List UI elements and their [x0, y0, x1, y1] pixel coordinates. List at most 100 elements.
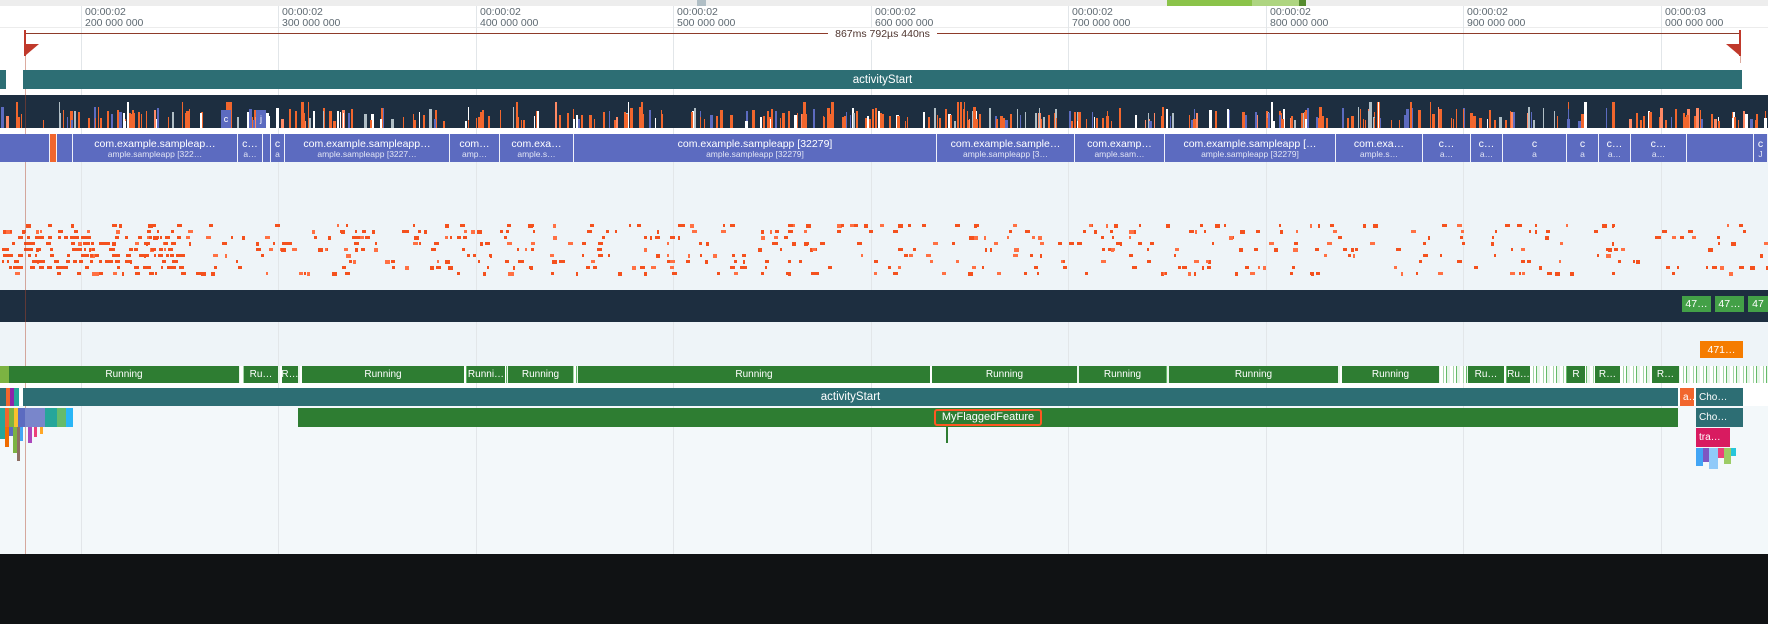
alloc-dash: [705, 260, 708, 264]
running-slice[interactable]: Running: [1079, 366, 1166, 383]
kernel-events-track-2[interactable]: [0, 290, 1768, 322]
event-tick: [1307, 108, 1309, 128]
counter-badge[interactable]: 47: [1748, 296, 1768, 312]
event-tick: [534, 116, 535, 128]
running-slice[interactable]: Running: [9, 366, 239, 383]
event-tick: [716, 116, 718, 128]
alloc-dash: [98, 272, 103, 275]
running-slice[interactable]: R…: [1595, 366, 1620, 383]
alloc-dash: [657, 230, 659, 234]
running-slice[interactable]: Running: [508, 366, 573, 383]
running-slice[interactable]: R…: [282, 366, 298, 383]
counter-badge-orange[interactable]: 471…: [1700, 341, 1743, 358]
event-tick: [1511, 112, 1513, 128]
event-tick: [625, 114, 628, 128]
process-slice[interactable]: ca: [271, 134, 285, 162]
alloc-dash: [362, 230, 366, 233]
running-slice[interactable]: Runni…: [467, 366, 505, 383]
process-slice[interactable]: ca: [1567, 134, 1599, 162]
event-tick: [289, 109, 291, 128]
alloc-dash: [355, 248, 358, 252]
running-slice[interactable]: R: [1567, 366, 1585, 383]
running-slice[interactable]: Ru…: [244, 366, 278, 383]
process-slice[interactable]: com.example.sampleap…ample.sampleapp [32…: [73, 134, 238, 162]
running-slice[interactable]: Running: [578, 366, 930, 383]
slice-activitystart-top[interactable]: activityStart: [23, 70, 1742, 89]
alloc-dash: [553, 224, 556, 228]
slice-chip[interactable]: Cho…: [1696, 408, 1743, 427]
process-slice[interactable]: com.example.sampleapp…ample.sampleapp [3…: [285, 134, 450, 162]
selection-flag-left-icon[interactable]: [26, 44, 39, 55]
process-slice[interactable]: com.example.sample…ample.sampleapp [3…: [937, 134, 1075, 162]
alloc-dash: [1040, 242, 1044, 245]
running-slice[interactable]: Running: [1342, 366, 1439, 383]
counter-badge[interactable]: 47…: [1682, 296, 1711, 312]
process-slice[interactable]: [0, 134, 50, 162]
slice-myflaggedfeature[interactable]: MyFlaggedFeature: [298, 408, 1678, 427]
running-slice[interactable]: R…: [1652, 366, 1679, 383]
event-tick: [581, 115, 583, 128]
selection-flag-right-icon[interactable]: [1726, 44, 1739, 55]
alloc-dash: [1712, 266, 1717, 269]
alloc-dash: [1116, 242, 1121, 245]
event-tick: [641, 102, 643, 128]
process-slice[interactable]: com.example.sampleapp [32279]ample.sampl…: [574, 134, 937, 162]
mini-slice: [14, 388, 19, 406]
selection-left-line: [25, 33, 26, 554]
event-tick: [78, 112, 80, 128]
alloc-dash: [761, 230, 764, 234]
alloc-dash: [788, 272, 791, 276]
process-slice[interactable]: com.exa…ample.s…: [500, 134, 574, 162]
process-slice[interactable]: ca: [1503, 134, 1567, 162]
process-slice[interactable]: c…a…: [1423, 134, 1471, 162]
process-slice[interactable]: c…a…: [238, 134, 263, 162]
process-slice[interactable]: [263, 134, 271, 162]
alloc-dash: [1037, 272, 1039, 275]
event-tick: [1557, 116, 1558, 128]
alloc-dash: [269, 248, 273, 251]
time-label: 00:00:02300 000 000: [282, 7, 412, 29]
slice-activitystart-bottom[interactable]: activityStart: [23, 388, 1678, 406]
alloc-dash: [1188, 272, 1191, 276]
running-slice[interactable]: Running: [932, 366, 1077, 383]
selection-marker-right[interactable]: [1739, 30, 1741, 56]
alloc-dash: [1612, 242, 1614, 246]
running-slice[interactable]: Running: [302, 366, 464, 383]
slice-chip[interactable]: tra…: [1696, 428, 1730, 447]
running-slice[interactable]: Running: [1169, 366, 1338, 383]
slice-chip[interactable]: a…: [1680, 388, 1694, 406]
track-background-upper: [0, 162, 1768, 366]
counter-badge[interactable]: 47…: [1715, 296, 1744, 312]
process-slice[interactable]: c…a…: [1631, 134, 1687, 162]
alloc-dash: [615, 230, 617, 233]
selection-range[interactable]: 867ms 792µs 440ns: [25, 27, 1740, 40]
process-slice[interactable]: [50, 134, 57, 162]
process-slice[interactable]: com.examp…ample.sam…: [1075, 134, 1165, 162]
alloc-dash: [413, 224, 415, 227]
process-slice[interactable]: com.example.sampleapp […ample.sampleapp …: [1165, 134, 1336, 162]
slice-chip[interactable]: Cho…: [1696, 388, 1743, 406]
event-tick: [905, 121, 906, 128]
event-tick: [559, 115, 561, 128]
process-slice[interactable]: [57, 134, 73, 162]
flagged-slice-label: MyFlaggedFeature: [934, 409, 1042, 426]
alloc-dash: [79, 260, 83, 263]
process-slice[interactable]: c…a…: [1471, 134, 1503, 162]
slice-label: activityStart: [821, 391, 880, 403]
mini-slice: [1696, 448, 1703, 466]
running-slice[interactable]: Ru…: [1507, 366, 1530, 383]
alloc-dash: [90, 254, 93, 257]
event-tick: [691, 112, 693, 128]
running-slice[interactable]: Ru…: [1468, 366, 1504, 383]
process-slice[interactable]: cJ: [1754, 134, 1768, 162]
process-slice[interactable]: com…amp…: [450, 134, 500, 162]
thread-mini-slice[interactable]: c: [221, 110, 231, 128]
thread-mini-slice[interactable]: j: [256, 110, 266, 128]
process-slice[interactable]: c…a…: [1599, 134, 1631, 162]
alloc-dash: [706, 242, 709, 246]
alloc-dash: [90, 260, 93, 263]
alloc-dash: [730, 266, 735, 269]
alloc-dash: [180, 254, 185, 257]
process-slice[interactable]: [1687, 134, 1754, 162]
process-slice[interactable]: com.exa…ample.s…: [1336, 134, 1423, 162]
